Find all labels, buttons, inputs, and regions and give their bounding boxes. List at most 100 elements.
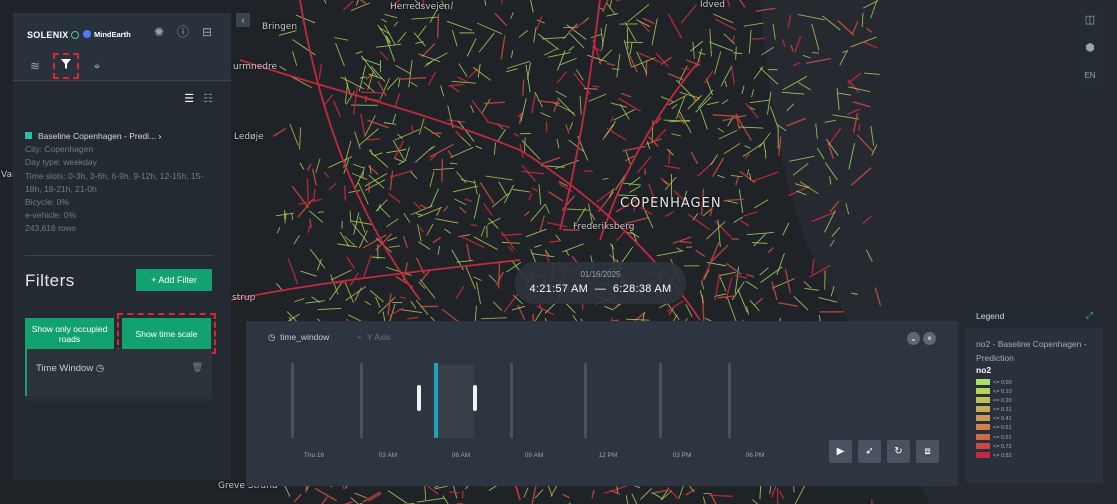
road-segment [375, 199, 388, 212]
map-place-label: Frederiksberg [573, 222, 635, 232]
road-segment [352, 86, 359, 115]
road-segment [710, 154, 718, 166]
road-segment [737, 288, 748, 313]
road-segment [332, 100, 342, 118]
road-segment [386, 148, 407, 154]
road-segment [397, 77, 401, 88]
road-segment [352, 223, 368, 243]
road-segment [569, 122, 574, 130]
timeline-bar [728, 363, 731, 438]
tab-filters[interactable] [53, 53, 79, 79]
split-map-icon[interactable]: ◫ [1076, 6, 1104, 34]
road-segment [562, 243, 584, 253]
3d-view-icon[interactable]: ⬢ [1076, 34, 1104, 62]
legend-swatch [976, 433, 990, 440]
trash-icon[interactable]: 🗑 [192, 362, 203, 373]
road-segment [742, 142, 764, 158]
road-segment [393, 21, 399, 27]
road-segment [752, 499, 759, 504]
road-segment [328, 182, 337, 191]
show-time-scale-button[interactable]: Show time scale [117, 313, 216, 354]
collapse-panel-button[interactable]: ‹ [236, 13, 250, 27]
road-segment [452, 185, 479, 193]
road-segment [342, 0, 354, 11]
dataset-rows: 243,616 rows [25, 223, 77, 234]
road-segment [373, 152, 383, 157]
road-segment [752, 242, 768, 244]
road-segment [612, 68, 620, 70]
loop-button[interactable]: ↻ [887, 440, 910, 463]
tab-time-window[interactable]: ◷ time_window [268, 332, 329, 343]
legend-label: <= 0.20 [993, 398, 1012, 405]
road-segment [738, 126, 764, 129]
show-occupied-roads-button[interactable]: Show only occupied roads [25, 318, 114, 349]
road-segment [305, 300, 325, 304]
speed-rocket-button[interactable]: ➶ [858, 440, 881, 463]
road-segment [749, 99, 770, 104]
road-segment [429, 188, 440, 208]
road-segment [366, 138, 381, 141]
road-segment [520, 98, 527, 122]
close-icon[interactable]: × [923, 332, 936, 345]
legend-item: <= 0.31 [976, 406, 1103, 415]
road-segment [664, 211, 674, 218]
brush-handle-left[interactable] [417, 385, 421, 411]
road-segment [479, 182, 495, 204]
panel-toggle-icon[interactable]: ⊟ [200, 25, 214, 39]
road-segment [355, 51, 363, 55]
add-filter-button[interactable]: + Add Filter [136, 269, 212, 291]
tab-interactions[interactable]: ⌖ [88, 57, 106, 75]
bug-icon[interactable]: ✺ [152, 25, 166, 39]
road-segment [421, 42, 436, 58]
road-segment [771, 278, 795, 289]
road-segment [660, 177, 670, 185]
tab-layers[interactable]: ≋ [26, 57, 44, 75]
road-segment [870, 499, 873, 504]
road-segment [446, 119, 466, 124]
dataset-card[interactable]: Baseline Copenhagen - Predi... › City: C… [25, 130, 215, 236]
road-segment [392, 113, 397, 124]
road-segment [465, 266, 476, 290]
expand-icon[interactable]: ⤢ [1086, 310, 1093, 321]
road-segment [480, 317, 507, 320]
legend-label: <= 0.82 [993, 452, 1012, 459]
road-segment [500, 35, 506, 60]
road-segment [625, 149, 631, 165]
panel-body: ☰ ☷ Baseline Copenhagen - Predi... › City… [13, 82, 231, 480]
road-segment [746, 231, 774, 236]
road-segment [656, 250, 684, 257]
road-segment [667, 13, 683, 39]
road-segment [695, 249, 706, 257]
tab-y-axis[interactable]: ⌁ Y Axis [357, 332, 390, 343]
road-segment [760, 266, 783, 283]
compact-view-icon[interactable]: ☷ [203, 93, 213, 105]
road-segment [359, 128, 379, 146]
road-segment [555, 90, 567, 98]
road-segment [738, 189, 744, 214]
road-segment [442, 495, 449, 504]
window-mode-button[interactable]: ⧈ [916, 440, 939, 463]
road-segment [494, 12, 508, 27]
time-window-filter[interactable]: Time Window ◷ 🗑 [25, 349, 212, 396]
road-segment [692, 41, 695, 59]
language-button[interactable]: EN [1076, 62, 1104, 90]
info-icon[interactable]: ⓘ [176, 25, 190, 39]
time-brush[interactable] [436, 365, 474, 438]
road-segment [652, 492, 663, 500]
road-segment [609, 243, 615, 250]
play-button[interactable]: ▶ [829, 440, 852, 463]
road-segment [731, 175, 743, 178]
list-view-icon[interactable]: ☰ [184, 93, 194, 105]
road-segment [393, 157, 404, 163]
brush-handle-right[interactable] [473, 385, 477, 411]
road-segment [562, 493, 570, 499]
chevron-down-icon[interactable]: ⌄ [907, 332, 920, 345]
road-segment [528, 192, 533, 201]
road-segment [476, 282, 481, 305]
road-segment [642, 17, 655, 25]
road-segment [705, 78, 713, 96]
road-segment [354, 492, 368, 499]
legend-label: <= 0.10 [993, 389, 1012, 396]
timeline-bar [291, 363, 294, 438]
chevron-right-icon[interactable]: › [159, 131, 162, 141]
